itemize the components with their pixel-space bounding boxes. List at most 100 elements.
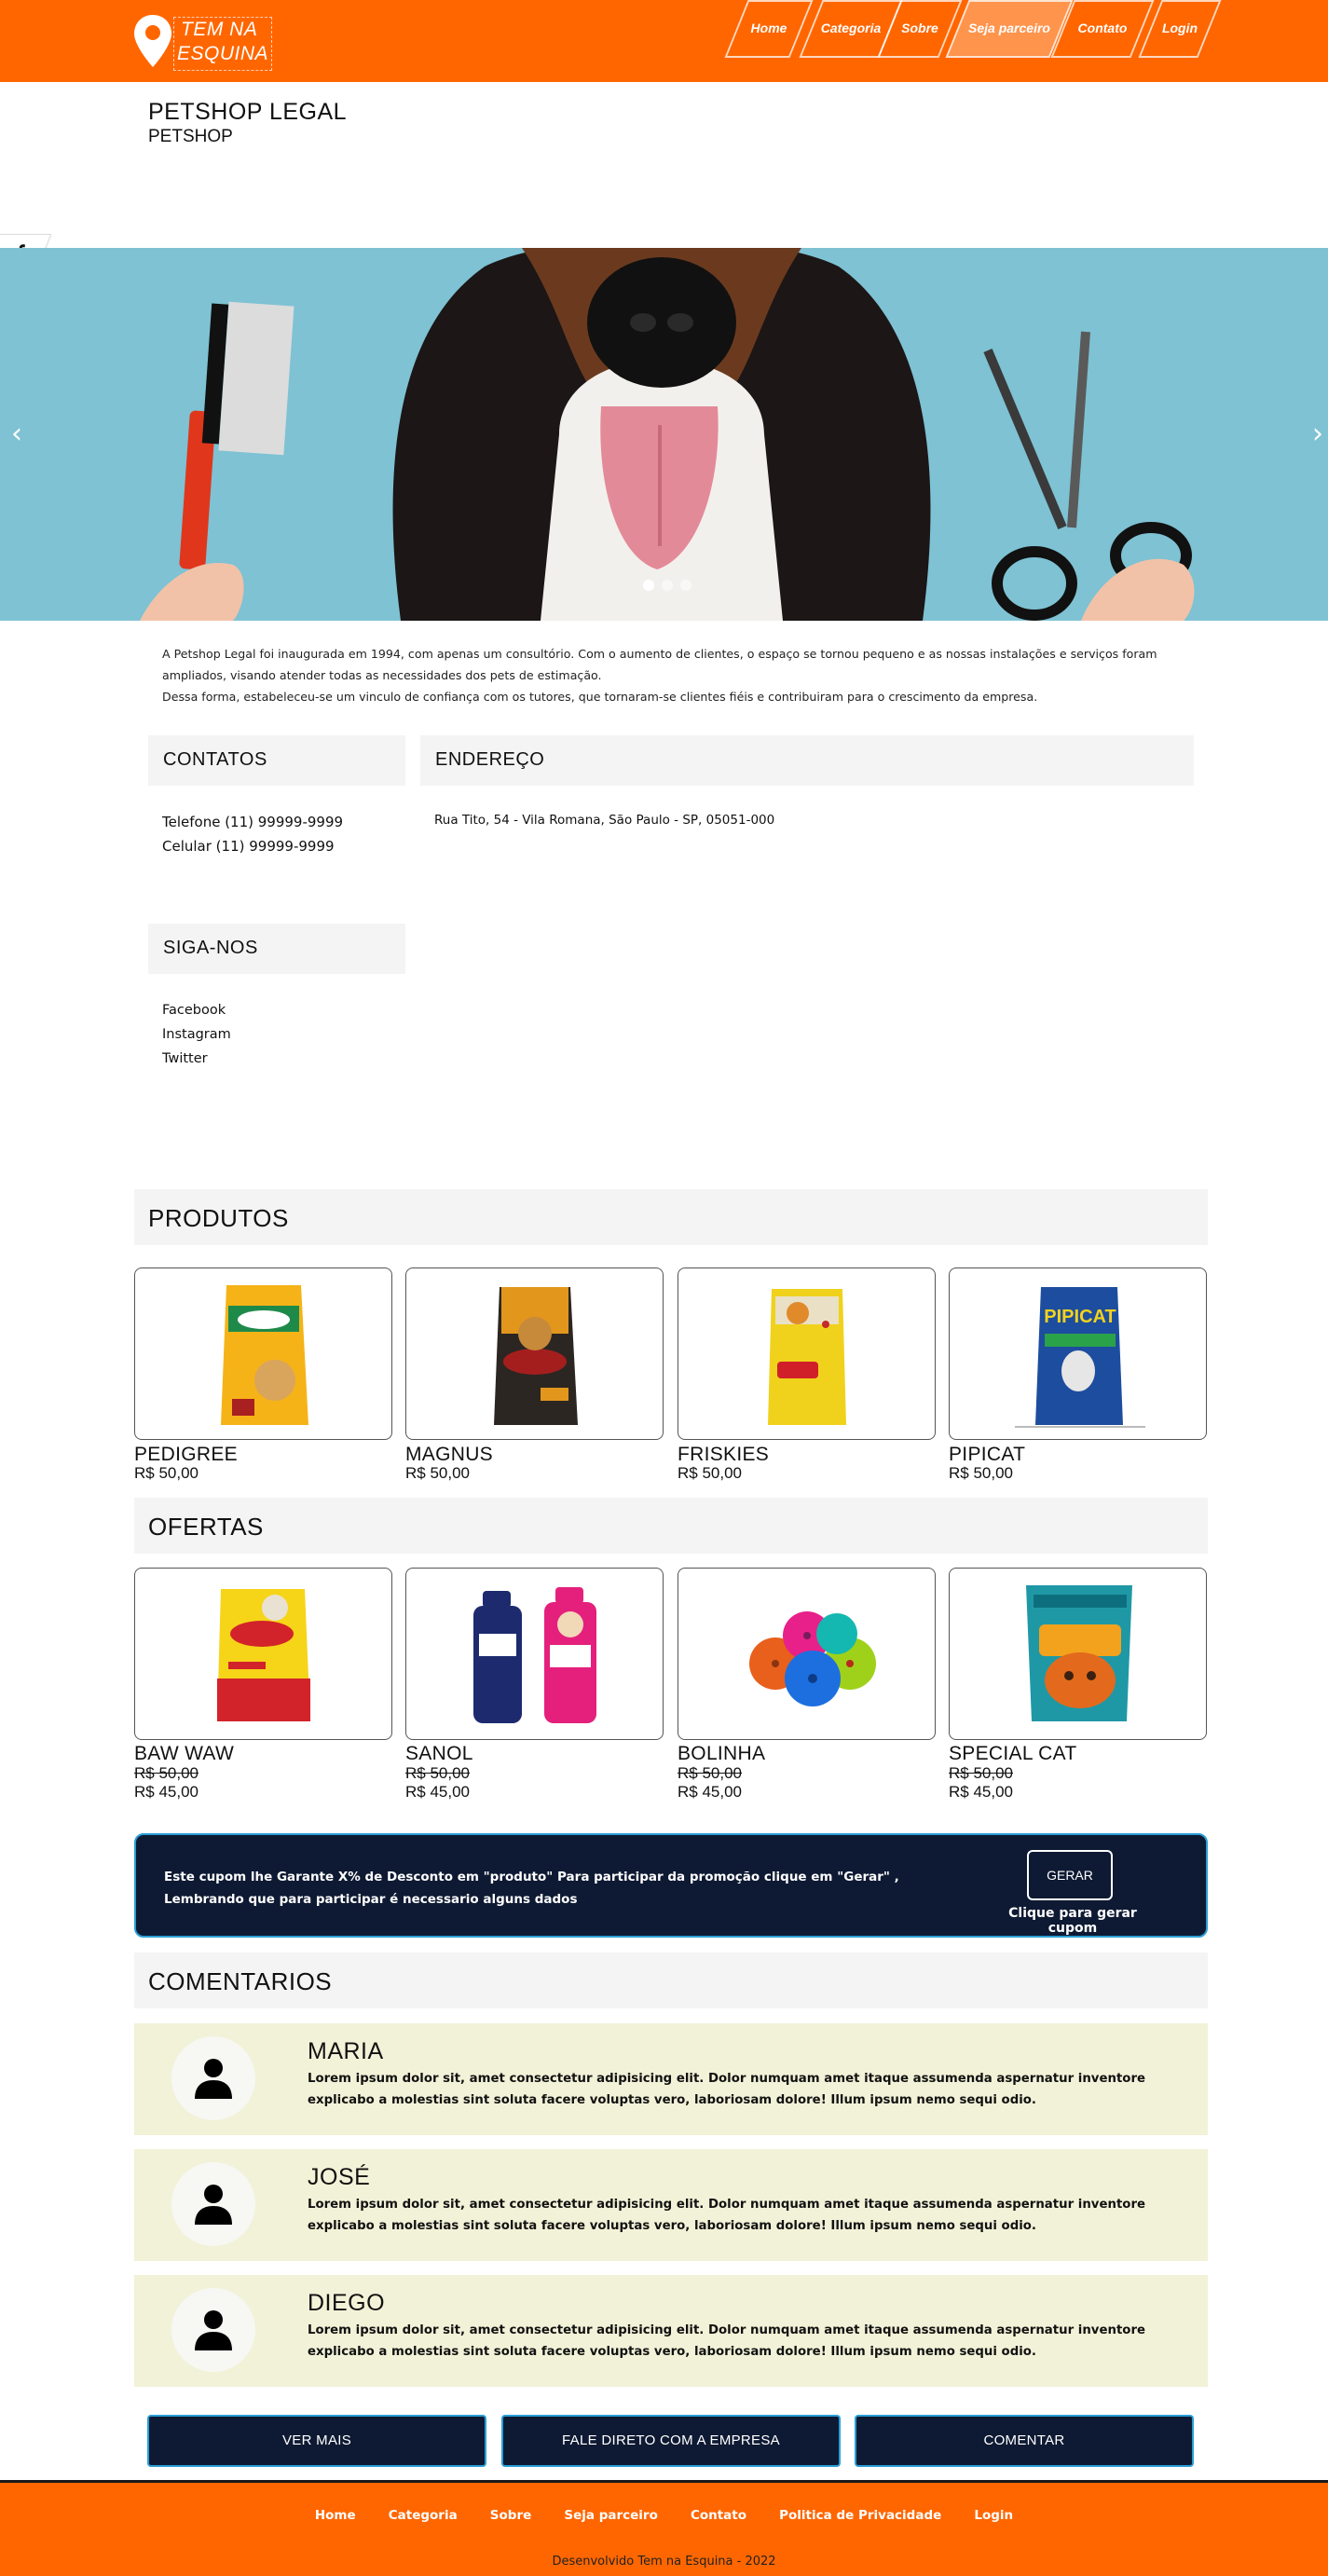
offer-name: BAW WAW	[134, 1743, 235, 1764]
instagram-link[interactable]: Instagram	[162, 1022, 231, 1047]
nav-home[interactable]: Home	[724, 0, 814, 58]
hero-carousel	[0, 248, 1328, 621]
offer-card-sanol[interactable]	[405, 1568, 664, 1740]
nav-seja-parceiro[interactable]: Seja parceiro	[945, 0, 1074, 58]
footer-link-categoria[interactable]: Categoria	[389, 2508, 458, 2523]
footer-link-contato[interactable]: Contato	[691, 2508, 746, 2523]
about-paragraph: A Petshop Legal foi inaugurada em 1994, …	[162, 647, 1157, 682]
logo-text-line1: TEM NA	[181, 19, 258, 40]
store-name: PETSHOP LEGAL	[148, 99, 348, 125]
product-name: PIPICAT	[949, 1444, 1026, 1465]
nav-login[interactable]: Login	[1138, 0, 1222, 58]
contacts-list: Telefone (11) 99999-9999 Celular (11) 99…	[162, 810, 343, 858]
offer-price: R$ 45,00	[678, 1783, 742, 1801]
nav-label: Categoria	[820, 21, 882, 35]
product-name: PEDIGREE	[134, 1444, 238, 1465]
avatar	[171, 2162, 255, 2246]
product-image	[494, 1287, 578, 1425]
product-card-pipicat[interactable]: PIPICAT	[949, 1267, 1207, 1440]
product-price: R$ 50,00	[134, 1464, 199, 1482]
offer-price: R$ 45,00	[405, 1783, 470, 1801]
product-card-magnus[interactable]	[405, 1267, 664, 1440]
comment-item: JOSÉ Lorem ipsum dolor sit, amet consect…	[134, 2149, 1208, 2261]
offer-old-price: R$ 50,00	[678, 1764, 742, 1782]
product-name: MAGNUS	[405, 1444, 493, 1465]
offer-card-bolinha[interactable]	[678, 1568, 936, 1740]
product-name: FRISKIES	[678, 1444, 770, 1465]
product-price: R$ 50,00	[678, 1464, 742, 1482]
nav-categoria[interactable]: Categoria	[799, 0, 903, 58]
offers-heading: OFERTAS	[134, 1498, 1208, 1554]
phone-text: Telefone (11) 99999-9999	[162, 814, 344, 830]
user-icon	[195, 2059, 232, 2099]
coupon-hint: Clique para gerar cupom	[1008, 1906, 1137, 1936]
footer-link-privacy[interactable]: Politica de Privacidade	[779, 2508, 941, 2523]
commenter-name: DIEGO	[308, 2290, 386, 2316]
product-image	[473, 1587, 596, 1723]
offer-name: SANOL	[405, 1743, 473, 1764]
logo[interactable]: TEM NA ESQUINA	[132, 13, 278, 73]
contacts-heading: CONTATOS	[148, 735, 405, 786]
nav-label: Seja parceiro	[968, 21, 1050, 35]
offer-old-price: R$ 50,00	[134, 1764, 199, 1782]
coupon-banner: Este cupom lhe Garante X% de Desconto em…	[134, 1833, 1208, 1938]
carousel-dot[interactable]	[643, 580, 654, 591]
cell-text: Celular (11) 99999-9999	[162, 838, 335, 855]
carousel-prev-arrow[interactable]: ‹	[11, 418, 22, 450]
comment-item: MARIA Lorem ipsum dolor sit, amet consec…	[134, 2023, 1208, 2135]
about-paragraph: Dessa forma, estabeleceu-se um vinculo d…	[162, 690, 1038, 704]
offer-card-special-cat[interactable]	[949, 1568, 1207, 1740]
product-image	[749, 1611, 876, 1706]
carousel-dot[interactable]	[680, 580, 691, 591]
product-image	[1026, 1585, 1132, 1721]
carousel-dot[interactable]	[662, 580, 673, 591]
svg-text:PIPICAT: PIPICAT	[1044, 1307, 1116, 1327]
comment-button[interactable]: COMENTAR	[855, 2415, 1194, 2467]
address-heading: ENDEREÇO	[420, 735, 1194, 786]
follow-heading: SIGA-NOS	[148, 924, 405, 974]
map-pin-icon	[134, 15, 171, 67]
product-image: PIPICAT	[1015, 1287, 1145, 1428]
nav-sobre[interactable]: Sobre	[877, 0, 963, 58]
generate-coupon-button[interactable]: GERAR	[1027, 1850, 1113, 1900]
footer-link-login[interactable]: Login	[974, 2508, 1013, 2523]
footer-link-sobre[interactable]: Sobre	[490, 2508, 531, 2523]
offer-name: BOLINHA	[678, 1743, 766, 1764]
comments-heading: COMENTARIOS	[134, 1953, 1208, 2008]
nav-contato[interactable]: Contato	[1050, 0, 1155, 58]
product-price: R$ 50,00	[949, 1464, 1013, 1482]
comment-text: Lorem ipsum dolor sit, amet consectetur …	[308, 2072, 1146, 2107]
products-heading: PRODUTOS	[134, 1189, 1208, 1245]
offer-old-price: R$ 50,00	[405, 1764, 470, 1782]
comment-text: Lorem ipsum dolor sit, amet consectetur …	[308, 2198, 1146, 2233]
facebook-link[interactable]: Facebook	[162, 998, 231, 1022]
twitter-link[interactable]: Twitter	[162, 1047, 231, 1071]
user-icon	[195, 2185, 232, 2225]
product-card-pedigree[interactable]	[134, 1267, 392, 1440]
offer-price: R$ 45,00	[134, 1783, 199, 1801]
product-card-friskies[interactable]	[678, 1267, 936, 1440]
commenter-name: MARIA	[308, 2038, 384, 2064]
offer-card-baw-waw[interactable]	[134, 1568, 392, 1740]
footer-nav: Home Categoria Sobre Seja parceiro Conta…	[0, 2505, 1328, 2523]
commenter-name: JOSÉ	[308, 2164, 371, 2190]
contact-company-button[interactable]: FALE DIRETO COM A EMPRESA	[501, 2415, 841, 2467]
product-image	[768, 1289, 846, 1425]
nav-label: Login	[1161, 21, 1198, 35]
see-more-button[interactable]: VER MAIS	[147, 2415, 486, 2467]
address-text: Rua Tito, 54 - Vila Romana, São Paulo - …	[434, 813, 775, 828]
carousel-next-arrow[interactable]: ›	[1312, 418, 1323, 450]
offer-name: SPECIAL CAT	[949, 1743, 1077, 1764]
nav-label: Contato	[1077, 21, 1128, 35]
user-icon	[195, 2310, 232, 2350]
avatar	[171, 2036, 255, 2120]
hero-dog-image	[0, 248, 1328, 621]
footer-link-seja-parceiro[interactable]: Seja parceiro	[564, 2508, 657, 2523]
product-image	[221, 1285, 308, 1425]
product-price: R$ 50,00	[405, 1464, 470, 1482]
footer-link-home[interactable]: Home	[315, 2508, 356, 2523]
footer: Home Categoria Sobre Seja parceiro Conta…	[0, 2480, 1328, 2576]
avatar	[171, 2288, 255, 2372]
carousel-indicators	[643, 580, 691, 591]
product-image	[217, 1589, 310, 1721]
